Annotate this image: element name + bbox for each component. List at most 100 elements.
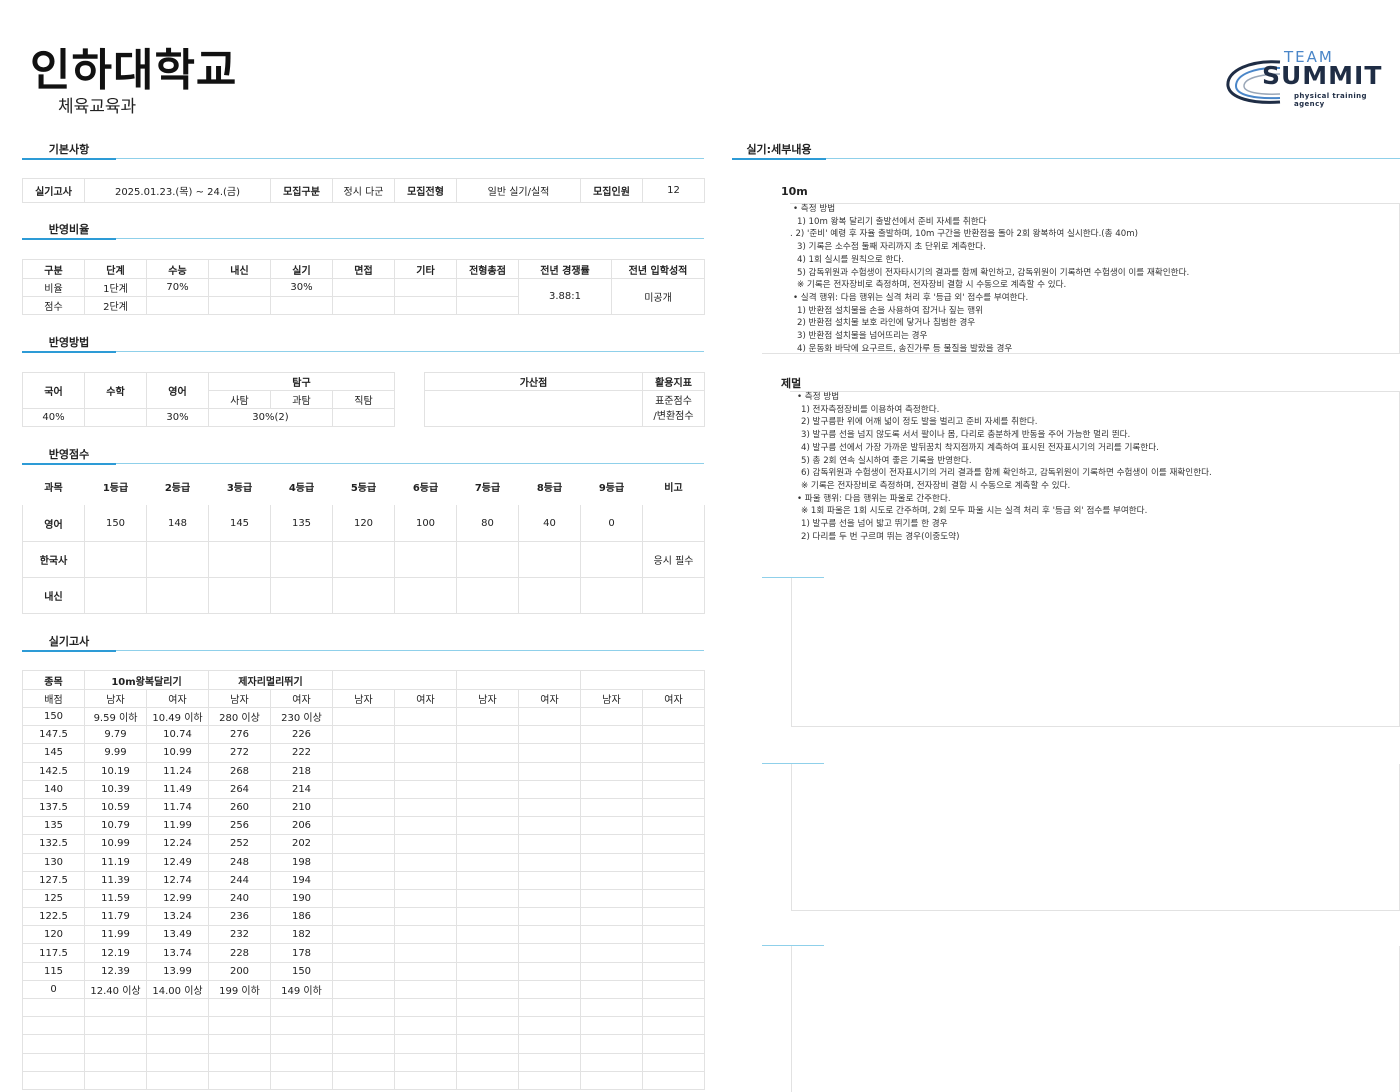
- practical-cell: [394, 1016, 457, 1036]
- practical-cell: [394, 706, 457, 727]
- practical-cell: 210: [270, 797, 333, 818]
- practical-cell: [332, 1016, 395, 1036]
- practical-cell: 200: [208, 961, 271, 981]
- ratio-cell: 2단계: [84, 296, 147, 315]
- note-line: 5) 감독위원과 수험생이 전자타시기의 결과를 함께 확인하고, 감독위원이 …: [797, 267, 1190, 278]
- practical-cell: [456, 779, 519, 799]
- practical-cell: [394, 888, 457, 909]
- practical-cell: 10.49 이하: [146, 706, 209, 727]
- practical-cell: [518, 961, 581, 981]
- practical-cell: [518, 1016, 581, 1036]
- ratio-competition: 3.88:1: [518, 278, 612, 315]
- method-empty: [331, 408, 396, 427]
- note-line: 1) 10m 왕복 달리기 출발선에서 준비 자세를 취한다: [797, 216, 987, 227]
- score-cell: [642, 504, 705, 542]
- practical-cell: [456, 870, 519, 890]
- practical-cell: [208, 1070, 271, 1090]
- practical-cell: [642, 797, 705, 818]
- practical-cell: 11.59: [84, 888, 147, 909]
- practical-cell: 268: [208, 761, 271, 781]
- method-table: 국어 수학 영어 탐구 사탐 과탐 직탐 40% 30% 30%(2): [22, 372, 396, 427]
- ratio-cell: 30%: [270, 278, 333, 297]
- score-cell: [332, 541, 395, 578]
- ratio-cell: [332, 278, 395, 297]
- practical-cell: 222: [270, 743, 333, 763]
- practical-cell: 272: [208, 743, 271, 763]
- practical-cell: [456, 816, 519, 836]
- practical-gender: 여자: [394, 689, 457, 708]
- practical-body: 150 9.59 이하 10.49 이하 280 이상 230 이상 147.5 9.79 1…: [22, 706, 705, 1090]
- section-detail-header: 실기:세부내용: [732, 144, 1400, 160]
- practical-cell: 13.24: [146, 907, 209, 927]
- practical-cell: [580, 943, 643, 963]
- practical-cell: [642, 761, 705, 781]
- basic-info-table: 실기고사 2025.01.23.(목) ~ 24.(금) 모집구분 정시 다군 …: [22, 178, 705, 203]
- practical-cell: [332, 743, 395, 763]
- section-basic-header: 기본사항: [22, 144, 704, 160]
- practical-cell: [642, 907, 705, 927]
- practical-cell: [270, 1016, 333, 1036]
- practical-cell: 0: [22, 979, 85, 1000]
- practical-cell: 11.24: [146, 761, 209, 781]
- note-line: 4) 1회 실시를 원칙으로 한다.: [797, 254, 905, 265]
- score-cell: 내신: [22, 577, 85, 614]
- note-line: ※ 기록은 전자장비로 측정하며, 전자장비 결함 시 수동으로 계측할 수 있…: [801, 480, 1071, 491]
- ratio-cell: 점수: [22, 296, 85, 315]
- method-math-value: [84, 408, 147, 427]
- ratio-cell: [332, 296, 395, 315]
- event1-title: 10m: [781, 185, 808, 198]
- practical-cell: [270, 1070, 333, 1090]
- section-method-label: 반영방법: [22, 337, 116, 353]
- practical-cell: 11.74: [146, 797, 209, 818]
- practical-empty-row: [22, 1016, 705, 1036]
- practical-cell: [332, 797, 395, 818]
- score-cell: [208, 541, 271, 578]
- practical-cell: [332, 1052, 395, 1072]
- practical-cell: [456, 761, 519, 781]
- practical-cell: [456, 925, 519, 945]
- practical-cell: [518, 761, 581, 781]
- practical-cell: [642, 870, 705, 890]
- practical-cell: 10.79: [84, 816, 147, 836]
- practical-cell: [22, 1034, 85, 1054]
- practical-cell: [394, 961, 457, 981]
- practical-cell: 120: [22, 925, 85, 945]
- practical-row: 125 11.59 12.99 240 190: [22, 888, 705, 909]
- practical-cell: 11.99: [146, 816, 209, 836]
- practical-cell: 130: [22, 852, 85, 872]
- note-line: 4) 운동화 바닥에 요구르트, 송진가루 등 물질을 발랐을 경우: [797, 343, 1013, 354]
- practical-cell: 11.79: [84, 907, 147, 927]
- practical-cell: 115: [22, 961, 85, 981]
- score-cell: 영어: [22, 504, 85, 542]
- method-english-label: 영어: [146, 372, 209, 409]
- bonus-value: [424, 390, 643, 427]
- section-score-label: 반영점수: [22, 449, 116, 465]
- practical-cell: [394, 979, 457, 1000]
- score-header: 4등급: [270, 468, 333, 505]
- practical-cell: [642, 979, 705, 1000]
- practical-cell: [518, 870, 581, 890]
- practical-cell: [580, 979, 643, 1000]
- score-cell: 80: [456, 504, 519, 542]
- practical-cell: [394, 907, 457, 927]
- note-line: 1) 발구름 선을 넘어 밟고 뛰기를 한 경우: [801, 519, 948, 530]
- practical-cell: [456, 961, 519, 981]
- practical-cell: [580, 816, 643, 836]
- practical-cell: [146, 997, 209, 1018]
- ratio-header: 면접: [332, 259, 395, 279]
- practical-cell: [580, 961, 643, 981]
- section-practical-label: 실기고사: [22, 636, 116, 652]
- method-math-label: 수학: [84, 372, 147, 409]
- practical-cell: 10.39: [84, 779, 147, 799]
- practical-cell: [22, 1052, 85, 1072]
- practical-row: 150 9.59 이하 10.49 이하 280 이상 230 이상: [22, 706, 705, 727]
- practical-row: 120 11.99 13.49 232 182: [22, 925, 705, 945]
- practical-cell: 264: [208, 779, 271, 799]
- method-inquiry-sub: 사탐: [208, 390, 271, 409]
- practical-cell: [332, 706, 395, 727]
- practical-cell: 122.5: [22, 907, 85, 927]
- practical-cell: [332, 834, 395, 854]
- note-line: 3) 기록은 소수점 둘째 자리까지 초 단위로 계측한다.: [797, 242, 986, 253]
- practical-cell: 13.74: [146, 943, 209, 963]
- event1-notes: • 측정 방법 1) 10m 왕복 달리기 출발선에서 준비 자세를 취한다 . 2…: [790, 203, 1190, 355]
